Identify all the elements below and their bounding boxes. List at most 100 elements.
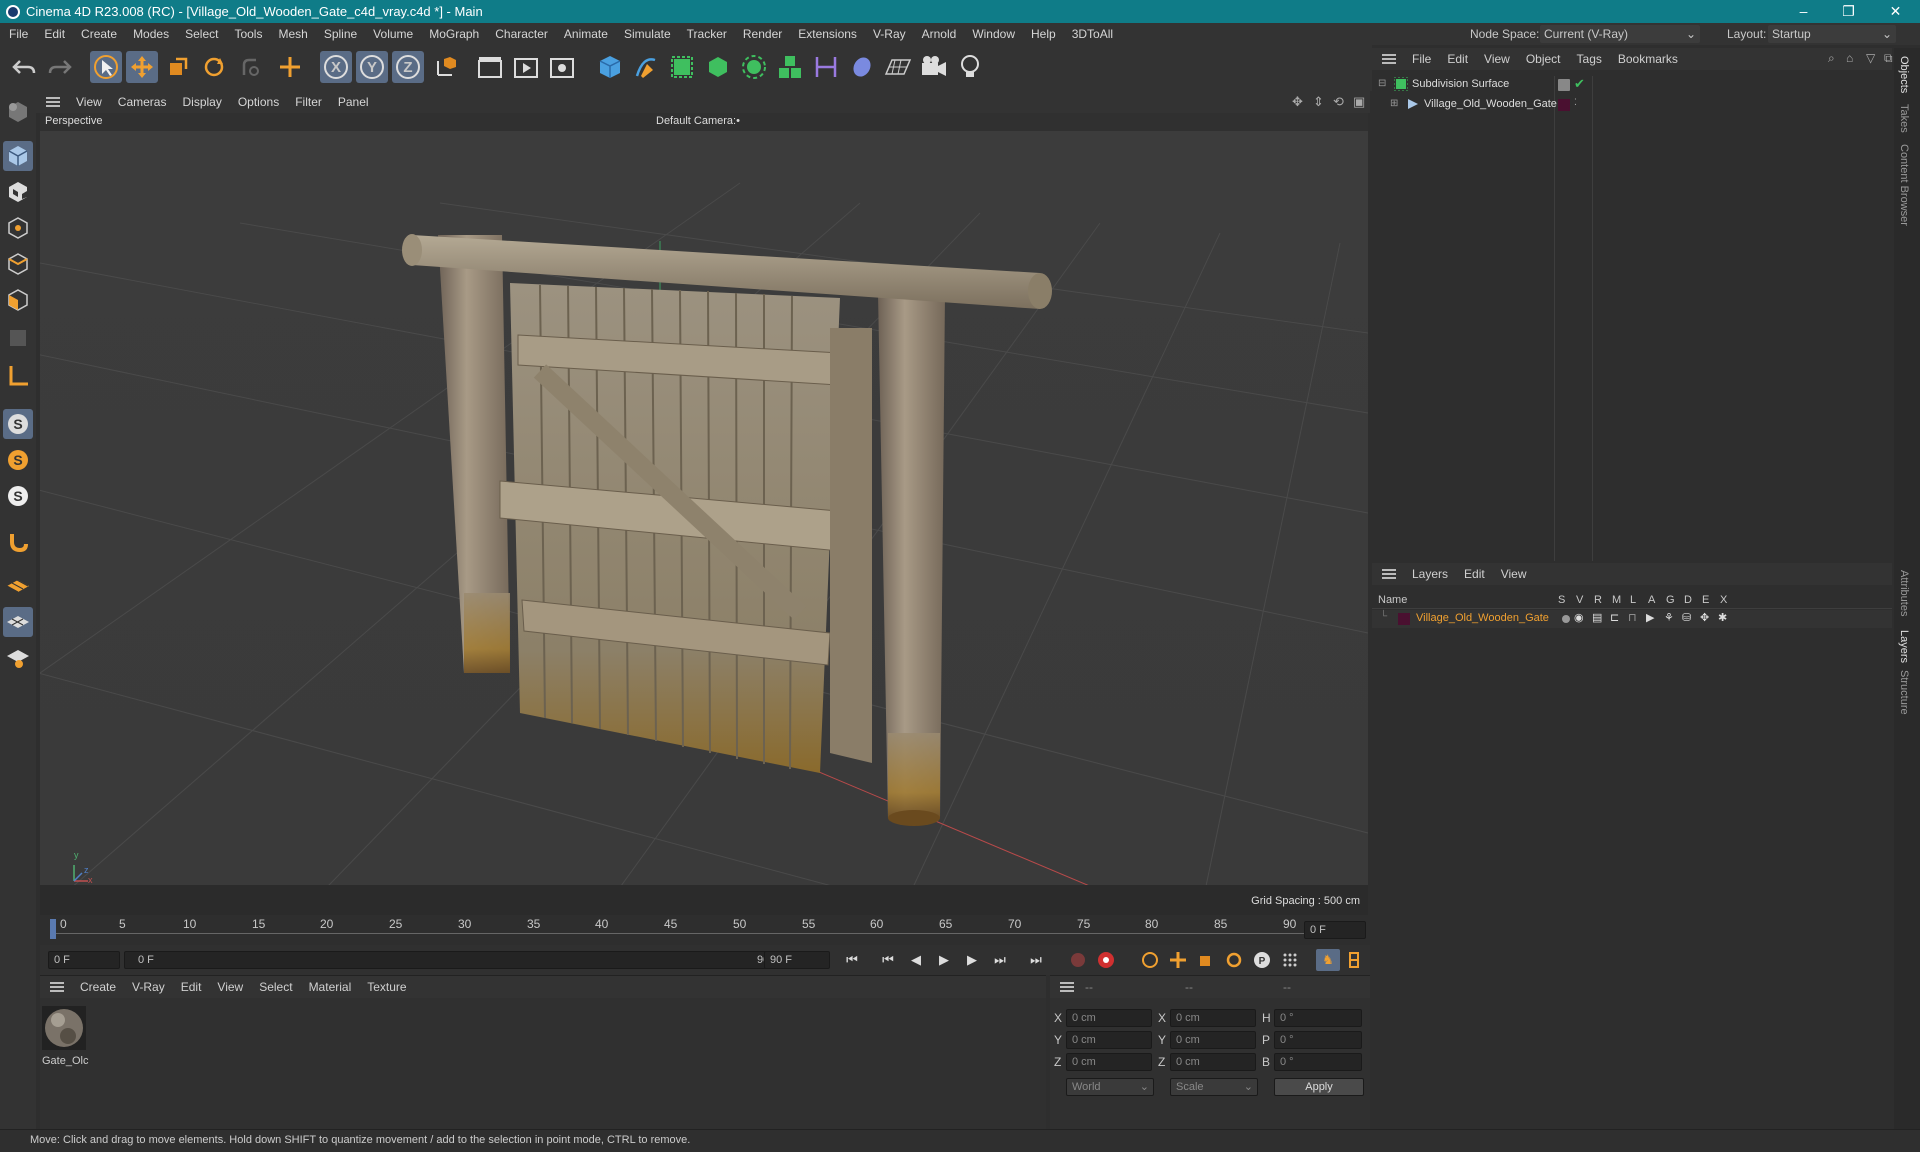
render-view-button[interactable] <box>474 51 506 83</box>
collapse-icon[interactable]: ⊟ <box>1378 78 1386 89</box>
hamburger-menu-icon[interactable] <box>50 982 64 992</box>
hamburger-menu-icon[interactable] <box>1382 569 1396 579</box>
menu-window[interactable]: Window <box>964 23 1023 45</box>
material-menu-vray[interactable]: V-Ray <box>124 980 173 994</box>
menu-arnold[interactable]: Arnold <box>914 23 965 45</box>
cloner-button[interactable] <box>738 51 770 83</box>
autokey-button[interactable] <box>1094 949 1118 971</box>
go-to-start-button[interactable]: ⏮ <box>840 949 864 971</box>
magnet-button[interactable] <box>3 527 33 557</box>
snap-toggle-button[interactable]: S <box>3 409 33 439</box>
maximize-view-icon[interactable]: ▣ <box>1353 94 1365 110</box>
menu-volume[interactable]: Volume <box>365 23 421 45</box>
coordinate-space-select[interactable]: World ⌄ <box>1066 1078 1154 1096</box>
object-row[interactable]: ⊞ Village_Old_Wooden_Gate ⁚ <box>1372 96 1892 114</box>
model-mode-button[interactable] <box>3 141 33 171</box>
menu-simulate[interactable]: Simulate <box>616 23 679 45</box>
expand-icon[interactable]: ⊞ <box>1390 98 1398 109</box>
material-menu-select[interactable]: Select <box>251 980 300 994</box>
layer-color-swatch[interactable] <box>1398 613 1410 625</box>
objects-menu-tags[interactable]: Tags <box>1569 52 1610 66</box>
play-button[interactable]: ▶ <box>932 949 956 971</box>
mograph-cubes-button[interactable] <box>774 51 806 83</box>
menu-select[interactable]: Select <box>177 23 226 45</box>
expression-icon[interactable]: ✥ <box>1700 611 1709 624</box>
layers-menu-edit[interactable]: Edit <box>1456 567 1493 581</box>
rotate-view-icon[interactable]: ⟲ <box>1333 94 1344 110</box>
menu-3dtoall[interactable]: 3DToAll <box>1064 23 1121 45</box>
menu-mograph[interactable]: MoGraph <box>421 23 487 45</box>
menu-help[interactable]: Help <box>1023 23 1064 45</box>
material-swatch[interactable]: Gate_Olc <box>42 1006 88 1068</box>
objects-menu-bookmarks[interactable]: Bookmarks <box>1610 52 1686 66</box>
move-view-icon[interactable]: ✥ <box>1292 94 1303 110</box>
tab-layers[interactable]: Layers <box>1898 630 1910 663</box>
polygons-mode-button[interactable] <box>3 285 33 315</box>
generator-icon[interactable]: ⚘ <box>1664 611 1674 624</box>
minimize-button[interactable]: – <box>1781 0 1826 23</box>
viewport-menu-cameras[interactable]: Cameras <box>110 91 175 113</box>
record-keys-button[interactable] <box>1066 949 1090 971</box>
deformer-icon[interactable]: ⛁ <box>1682 611 1691 624</box>
workplane-snap-button[interactable]: S <box>3 481 33 511</box>
material-menu-create[interactable]: Create <box>72 980 124 994</box>
axis-mode-button[interactable] <box>3 361 33 391</box>
points-mode-button[interactable] <box>3 213 33 243</box>
3d-viewport[interactable]: Perspective Default Camera:• y z x Grid … <box>40 113 1368 915</box>
xref-icon[interactable]: ✱ <box>1718 611 1727 624</box>
zoom-view-icon[interactable]: ⇕ <box>1313 94 1324 110</box>
material-menu-edit[interactable]: Edit <box>173 980 210 994</box>
menu-mesh[interactable]: Mesh <box>270 23 315 45</box>
current-frame-field[interactable]: 0 F <box>1304 921 1366 939</box>
floor-button[interactable] <box>882 51 914 83</box>
eye-icon[interactable]: ◉ <box>1574 611 1584 624</box>
pen-spline-button[interactable] <box>630 51 662 83</box>
close-button[interactable]: ✕ <box>1873 0 1918 23</box>
layers-menu-view[interactable]: View <box>1493 567 1535 581</box>
menu-vray[interactable]: V-Ray <box>865 23 914 45</box>
viewport-menu-view[interactable]: View <box>68 91 110 113</box>
menu-modes[interactable]: Modes <box>125 23 177 45</box>
solo-toggle[interactable] <box>1562 615 1570 623</box>
transform-mode-select[interactable]: Scale ⌄ <box>1170 1078 1258 1096</box>
scale-tool-button[interactable] <box>162 51 194 83</box>
end-frame-field[interactable]: 90 F <box>764 951 830 969</box>
go-to-end-button[interactable]: ⏭ <box>1024 949 1048 971</box>
menu-tools[interactable]: Tools <box>226 23 270 45</box>
hamburger-menu-icon[interactable] <box>1060 982 1074 992</box>
layout-select[interactable]: Startup ⌄ <box>1768 25 1896 43</box>
rotate-tool-button[interactable] <box>198 51 230 83</box>
viewport-menu-filter[interactable]: Filter <box>287 91 330 113</box>
size-y-field[interactable]: 0 cm <box>1170 1031 1256 1049</box>
menu-spline[interactable]: Spline <box>316 23 365 45</box>
z-axis-lock-button[interactable]: Z <box>392 51 424 83</box>
extrude-button[interactable] <box>702 51 734 83</box>
scale-key-button[interactable] <box>1194 949 1218 971</box>
tab-takes[interactable]: Takes <box>1898 104 1910 133</box>
menu-render[interactable]: Render <box>735 23 790 45</box>
restore-button[interactable]: ❐ <box>1826 0 1871 23</box>
viewport-menu-display[interactable]: Display <box>174 91 229 113</box>
editor-visibility-toggle[interactable] <box>1558 79 1570 91</box>
position-y-field[interactable]: 0 cm <box>1066 1031 1152 1049</box>
light-button[interactable] <box>954 51 986 83</box>
subdivision-surface-button[interactable] <box>666 51 698 83</box>
size-z-field[interactable]: 0 cm <box>1170 1053 1256 1071</box>
menu-animate[interactable]: Animate <box>556 23 616 45</box>
rotation-key-button[interactable] <box>1222 949 1246 971</box>
menu-edit[interactable]: Edit <box>36 23 73 45</box>
menu-character[interactable]: Character <box>487 23 556 45</box>
render-clapper-icon[interactable]: ▤ <box>1592 611 1602 624</box>
undo-button[interactable] <box>8 51 40 83</box>
objects-menu-view[interactable]: View <box>1476 52 1518 66</box>
motion-system-button[interactable]: ♞ <box>1316 949 1340 971</box>
visibility-dots-icon[interactable]: ⁚ <box>1574 97 1577 108</box>
material-menu-texture[interactable]: Texture <box>359 980 414 994</box>
size-x-field[interactable]: 0 cm <box>1170 1009 1256 1027</box>
cube-object-button[interactable] <box>594 51 626 83</box>
prev-key-button[interactable]: ⏮ <box>876 949 900 971</box>
hamburger-menu-icon[interactable] <box>46 97 60 107</box>
point-level-key-button[interactable] <box>1278 949 1302 971</box>
coordinate-system-button[interactable] <box>430 51 462 83</box>
viewport-camera-label[interactable]: Default Camera:• <box>656 115 740 127</box>
